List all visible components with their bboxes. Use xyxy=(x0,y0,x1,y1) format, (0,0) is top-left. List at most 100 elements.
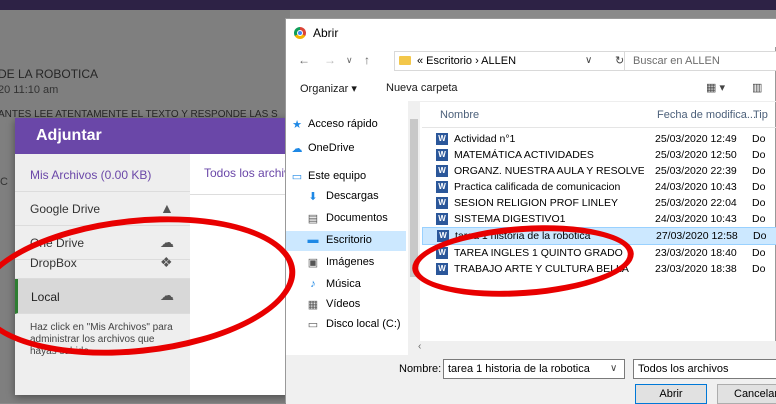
document-icon: ▤ xyxy=(307,213,319,225)
address-path: « Escritorio › ALLEN xyxy=(417,55,517,67)
search-input[interactable]: Buscar en ALLEN xyxy=(624,51,776,71)
file-type: Do xyxy=(752,165,766,177)
nav-local-disk[interactable]: ▭ Disco local (C:) xyxy=(286,315,406,335)
file-name: Practica calificada de comunicacion xyxy=(454,181,621,193)
file-row[interactable]: W ORGANZ. NUESTRA AULA Y RESOLVER C... 25/… xyxy=(422,163,776,179)
column-name[interactable]: Nombre xyxy=(440,109,479,121)
word-doc-icon: W xyxy=(436,197,448,209)
back-arrow-icon[interactable]: ← xyxy=(298,53,310,67)
file-row[interactable]: W Actividad n°1 25/03/2020 12:49 Do xyxy=(422,131,776,147)
file-type: Do xyxy=(752,181,766,193)
desktop-icon: ▬ xyxy=(307,234,319,246)
file-date: 25/03/2020 22:39 xyxy=(655,165,737,177)
nav-label: Descargas xyxy=(326,190,379,202)
filter-value: Todos los archivos xyxy=(638,363,729,375)
word-doc-icon: W xyxy=(436,165,448,177)
address-bar[interactable]: « Escritorio › ALLEN ∨ ↻ xyxy=(394,51,634,71)
column-type[interactable]: Tip xyxy=(753,109,768,121)
google-drive-icon: ▲ xyxy=(160,200,174,216)
forward-arrow-icon[interactable]: → xyxy=(324,53,336,67)
nav-desktop[interactable]: ▬ Escritorio xyxy=(286,231,406,251)
nav-this-pc[interactable]: ▭ Este equipo xyxy=(286,167,406,187)
file-date: 24/03/2020 10:43 xyxy=(655,181,737,193)
nav-label: Disco local (C:) xyxy=(326,318,401,330)
attach-modal-title: Adjuntar xyxy=(36,127,102,144)
file-list: Nombre Fecha de modifica... Tip W Activid… xyxy=(422,101,776,341)
file-row[interactable]: W Practica calificada de comunicacion 24/0… xyxy=(422,179,776,195)
nav-label: Este equipo xyxy=(308,170,367,182)
scroll-left-arrow-icon[interactable]: ‹ xyxy=(418,341,421,352)
nav-label: Documentos xyxy=(326,212,388,224)
organize-menu[interactable]: Organizar ▾ xyxy=(300,82,357,95)
preview-pane-icon[interactable]: ▥ xyxy=(752,81,762,94)
nav-scrollbar-thumb[interactable] xyxy=(410,119,418,277)
nav-music[interactable]: ♪ Música xyxy=(286,275,406,295)
file-date: 25/03/2020 12:49 xyxy=(655,133,737,145)
nav-videos[interactable]: ▦ Vídeos xyxy=(286,295,406,315)
file-name: SESION RELIGION PROF LINLEY xyxy=(454,197,618,209)
file-date: 23/03/2020 18:38 xyxy=(655,263,737,275)
file-date: 23/03/2020 18:40 xyxy=(655,247,737,259)
source-label: Google Drive xyxy=(30,202,101,216)
nav-downloads[interactable]: ⬇ Descargas xyxy=(286,187,406,207)
file-date: 24/03/2020 10:43 xyxy=(655,213,737,225)
assignment-title: DE LA ROBOTICA xyxy=(0,67,99,81)
file-date: 25/03/2020 12:50 xyxy=(655,149,737,161)
attach-modal-header: Adjuntar xyxy=(15,118,290,154)
music-icon: ♪ xyxy=(310,278,316,290)
chevron-down-icon[interactable]: ∨ xyxy=(585,55,592,66)
chevron-down-icon[interactable]: ∨ xyxy=(610,363,617,374)
video-icon: ▦ xyxy=(307,299,319,311)
nav-pictures[interactable]: ▣ Imágenes xyxy=(286,253,406,273)
divider xyxy=(190,194,290,195)
file-type-filter[interactable]: Todos los archivos xyxy=(633,359,776,379)
word-doc-icon: W xyxy=(436,181,448,193)
open-button[interactable]: Abrir xyxy=(635,384,707,404)
cancel-button[interactable]: Cancelar xyxy=(717,384,776,404)
partial-text: C xyxy=(0,176,8,188)
view-options-icon[interactable]: ▦ ▾ xyxy=(706,81,725,94)
nav-label: Imágenes xyxy=(326,256,375,268)
new-folder-button[interactable]: Nueva carpeta xyxy=(386,82,458,94)
file-row[interactable]: W SESION RELIGION PROF LINLEY 25/03/2020 2… xyxy=(422,195,776,211)
star-icon: ★ xyxy=(292,119,302,131)
file-type: Do xyxy=(752,213,766,225)
assignment-date: 20 11:10 am xyxy=(0,84,59,96)
refresh-icon[interactable]: ↻ xyxy=(615,54,624,67)
drive-icon: ▭ xyxy=(307,319,319,331)
search-placeholder: Buscar en ALLEN xyxy=(633,55,720,67)
file-name: Actividad n°1 xyxy=(454,133,516,145)
file-type: Do xyxy=(752,247,766,259)
nav-label: Vídeos xyxy=(326,298,361,310)
cloud-icon: ☁ xyxy=(291,143,303,155)
source-label: Mis Archivos (0.00 KB) xyxy=(30,168,152,182)
file-row[interactable]: W MATEMÁTICA ACTIVIDADES 25/03/2020 12:50 D… xyxy=(422,147,776,163)
nav-onedrive[interactable]: ☁ OneDrive xyxy=(286,139,406,159)
nav-label: Música xyxy=(326,278,361,290)
chrome-icon xyxy=(294,27,306,39)
navigation-row: ← → ∨ ↑ « Escritorio › ALLEN ∨ ↻ Buscar … xyxy=(286,47,776,75)
folder-icon xyxy=(399,56,411,65)
up-arrow-icon[interactable]: ↑ xyxy=(364,53,370,67)
file-name: ORGANZ. NUESTRA AULA Y RESOLVER C... xyxy=(454,165,644,177)
image-icon: ▣ xyxy=(307,257,319,269)
horizontal-scrollbar[interactable]: ‹ xyxy=(408,341,776,355)
file-date: 27/03/2020 12:58 xyxy=(656,230,738,242)
nav-label: OneDrive xyxy=(308,142,355,154)
nav-label: Escritorio xyxy=(326,234,372,246)
source-mis-archivos[interactable]: Mis Archivos (0.00 KB) xyxy=(15,158,190,192)
dialog-titlebar: Abrir xyxy=(286,19,776,47)
computer-icon: ▭ xyxy=(291,171,303,183)
filename-input[interactable]: tarea 1 historia de la robotica ∨ xyxy=(443,359,625,379)
column-date[interactable]: Fecha de modifica... xyxy=(657,109,756,121)
file-type: Do xyxy=(752,149,766,161)
word-doc-icon: W xyxy=(436,149,448,161)
navigation-pane: ★ Acceso rápido ☁ OneDrive ▭ Este equipo ⬇ D… xyxy=(286,101,408,359)
file-type: Do xyxy=(752,197,766,209)
dialog-footer: Nombre: tarea 1 historia de la robotica … xyxy=(286,355,776,404)
file-row[interactable]: W SISTEMA DIGESTIVO1 24/03/2020 10:43 Do xyxy=(422,211,776,227)
nav-documents[interactable]: ▤ Documentos xyxy=(286,209,406,229)
recent-chevron-icon[interactable]: ∨ xyxy=(346,55,353,66)
download-icon: ⬇ xyxy=(308,191,318,203)
nav-quick-access[interactable]: ★ Acceso rápido xyxy=(286,115,406,135)
